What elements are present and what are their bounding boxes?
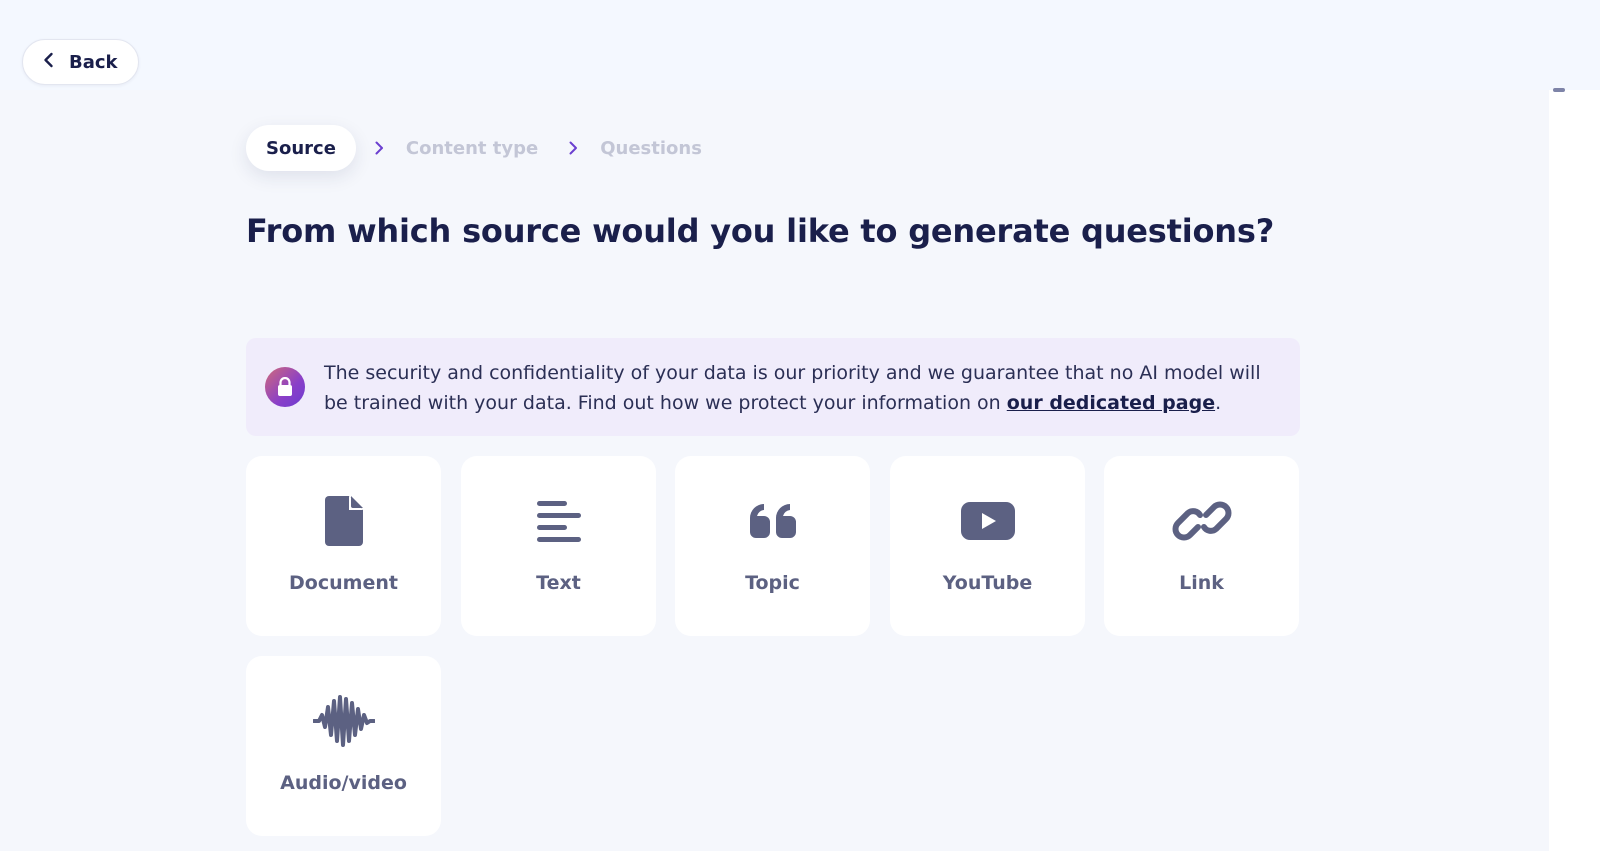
source-label: Document (289, 572, 398, 594)
top-bar (0, 0, 1600, 90)
link-icon (1172, 494, 1232, 548)
source-card-document[interactable]: Document (246, 456, 441, 636)
scrollbar-track[interactable] (1549, 90, 1600, 851)
source-label: Link (1179, 572, 1224, 594)
back-button[interactable]: Back (22, 39, 139, 85)
step-content-type: Content type (405, 137, 539, 159)
youtube-icon (960, 494, 1015, 548)
chevron-left-icon (41, 52, 57, 73)
scrollbar-thumb[interactable] (1553, 88, 1565, 92)
chevron-right-icon (550, 141, 596, 155)
source-label: Audio/video (280, 772, 407, 794)
source-label: Text (536, 572, 581, 594)
lock-icon (265, 367, 305, 407)
step-label: Source (266, 137, 336, 159)
dedicated-page-link[interactable]: our dedicated page (1007, 392, 1215, 414)
step-questions: Questions (600, 137, 702, 159)
source-label: Topic (745, 572, 800, 594)
step-source[interactable]: Source (246, 125, 356, 171)
source-card-topic[interactable]: Topic (675, 456, 870, 636)
privacy-notice: The security and confidentiality of your… (246, 338, 1300, 436)
page-title: From which source would you like to gene… (246, 212, 1275, 250)
source-label: YouTube (942, 572, 1033, 594)
notice-end: . (1215, 392, 1222, 414)
back-label: Back (69, 51, 118, 73)
notice-text: The security and confidentiality of your… (324, 358, 1270, 418)
audio-wave-icon (312, 694, 375, 748)
quote-icon (749, 494, 796, 548)
document-icon (324, 494, 363, 548)
stepper: Source Content type Questions (246, 125, 714, 171)
chevron-right-icon (356, 141, 402, 155)
source-card-audio-video[interactable]: Audio/video (246, 656, 441, 836)
source-card-link[interactable]: Link (1104, 456, 1299, 636)
source-card-text[interactable]: Text (461, 456, 656, 636)
text-lines-icon (536, 494, 581, 548)
source-card-youtube[interactable]: YouTube (890, 456, 1085, 636)
